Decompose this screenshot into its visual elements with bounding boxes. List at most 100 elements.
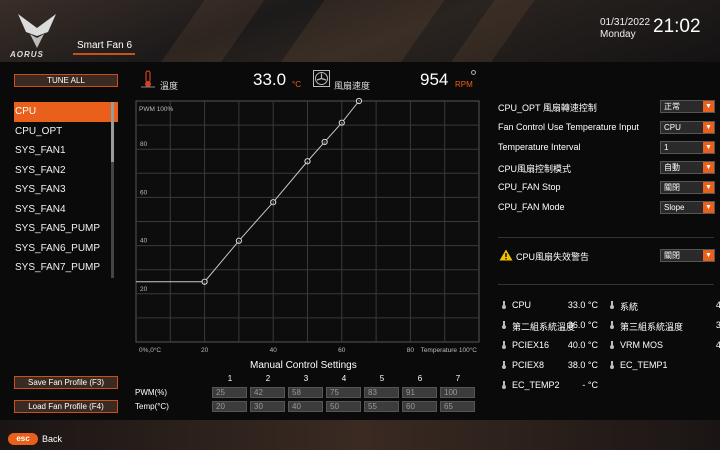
pwm-cell[interactable]: 58 [288,387,323,398]
curve-point-label: 6 [341,122,343,126]
manual-column-number: 1 [227,374,233,383]
setting-select[interactable]: 正常 ▼ [660,100,715,113]
aorus-eagle-logo [18,14,56,48]
x-axis-label: Temperature 100°C [421,346,478,354]
curve-point-label: 4 [307,160,309,164]
header-decoration [438,0,542,62]
fan-list-item[interactable]: CPU [14,102,118,122]
warning-icon [499,249,513,261]
date-display: 01/31/2022 Monday [600,17,650,41]
manual-column-number: 3 [303,374,309,383]
fan-list-scroll-thumb[interactable] [111,102,114,162]
divider [498,237,714,238]
manual-control-title: Manual Control Settings [250,360,357,371]
thermometer-icon [502,361,506,369]
monitor-sensor-value: 36.0 °C [567,320,598,330]
fan-speed-value: 954 [420,70,449,89]
fan-fail-warning-select[interactable]: 關閉 ▼ [660,249,715,262]
temp-cell[interactable]: 40 [288,401,323,412]
fan-list-item[interactable]: SYS_FAN6_PUMP [14,239,118,259]
y-tick-label: 60 [140,189,148,196]
x-tick-label: 80 [407,347,415,354]
monitor-sensor-value: 40.0 °C [567,340,598,350]
manual-column-number: 6 [417,374,423,383]
chevron-down-icon: ▼ [703,250,714,261]
x-tick-label: 60 [338,347,346,354]
setting-label: Temperature Interval [498,142,581,152]
fan-list-item[interactable]: SYS_FAN3 [14,180,118,200]
curve-point-label: 5 [324,141,326,145]
monitor-sensor-value: 38.0 °C [715,320,720,330]
x-tick-label: 40 [270,347,278,354]
origin-label: 0%,0°C [139,346,161,354]
setting-select[interactable]: 1 ▼ [660,141,715,154]
footer-bar [0,420,720,450]
esc-button[interactable]: esc [8,433,38,445]
pwm-cell[interactable]: 91 [402,387,437,398]
thermometer-icon [610,321,614,329]
temp-row-label: Temp(°C) [135,402,169,411]
setting-select[interactable]: 關閉 ▼ [660,181,715,194]
y-tick-label: 40 [140,238,148,245]
monitor-sensor-value: 41.0 °C [715,300,720,310]
monitor-sensor-value: - °C [582,380,598,390]
setting-label: Fan Control Use Temperature Input [498,122,639,132]
thermometer-icon [141,70,155,88]
fan-list-item[interactable]: SYS_FAN7_PUMP [14,258,118,278]
pwm-cell[interactable]: 75 [326,387,361,398]
manual-column-number: 5 [379,374,385,383]
monitor-sensor-name: CPU [512,300,532,310]
fan-list-item[interactable]: SYS_FAN5_PUMP [14,219,118,239]
chevron-down-icon: ▼ [703,202,714,213]
y-axis-label: PWM 100% [139,106,174,113]
setting-select[interactable]: Slope ▼ [660,201,715,214]
curve-point-label: 1 [204,281,206,285]
temp-cell[interactable]: 20 [212,401,247,412]
save-fan-profile-button[interactable]: Save Fan Profile (F3) [14,376,118,389]
setting-label: CPU_FAN Stop [498,182,561,192]
pwm-row-label: PWM(%) [135,388,167,397]
fan-curve-chart[interactable]: 20 40 60 80 20 40 60 80 PWM 100% 0%,0°C Temperatur… [132,97,484,357]
temp-cell[interactable]: 60 [402,401,437,412]
fan-speed-label: 風扇速度 [334,81,371,91]
setting-label: CPU風扇控制模式 [498,164,572,174]
header-decoration [148,0,272,62]
pwm-cell[interactable]: 83 [364,387,399,398]
fan-fail-warning-label: CPU風扇失效警告 [516,252,590,262]
fan-list-item[interactable]: SYS_FAN2 [14,161,118,181]
chevron-down-icon: ▼ [703,162,714,173]
temp-cell[interactable]: 30 [250,401,285,412]
thermometer-icon [610,361,614,369]
pwm-cell[interactable]: 25 [212,387,247,398]
select-value: 關閉 [664,251,680,260]
fan-list: CPU CPU_OPT SYS_FAN1 SYS_FAN2 SYS_FAN3 SYS_FA… [14,102,118,284]
temp-cell[interactable]: 50 [326,401,361,412]
tune-all-button[interactable]: TUNE ALL [14,74,118,87]
pwm-cell[interactable]: 100 [440,387,475,398]
y-tick-label: 20 [140,286,148,293]
setting-select[interactable]: 自動 ▼ [660,161,715,174]
back-label[interactable]: Back [42,434,62,444]
fan-list-item[interactable]: SYS_FAN4 [14,200,118,220]
y-tick-label: 80 [140,141,148,148]
setting-select[interactable]: CPU ▼ [660,121,715,134]
page-title: Smart Fan 6 [77,40,133,51]
load-fan-profile-button[interactable]: Load Fan Profile (F4) [14,400,118,413]
weekday-text: Monday [600,29,636,40]
select-value: 正常 [664,102,680,111]
chevron-down-icon: ▼ [703,182,714,193]
title-underline [73,53,135,55]
select-value: 自動 [664,163,680,172]
setting-label: CPU_FAN Mode [498,202,565,212]
fan-list-item[interactable]: CPU_OPT [14,122,118,142]
temp-cell[interactable]: 65 [440,401,475,412]
temp-cell[interactable]: 55 [364,401,399,412]
curve-point-label: 3 [272,201,274,205]
fan-list-item[interactable]: SYS_FAN1 [14,141,118,161]
divider [498,284,714,285]
manual-column-number: 7 [455,374,461,383]
header-decoration [268,0,452,62]
select-value: Slope [664,203,685,212]
pwm-cell[interactable]: 42 [250,387,285,398]
chevron-down-icon: ▼ [703,122,714,133]
